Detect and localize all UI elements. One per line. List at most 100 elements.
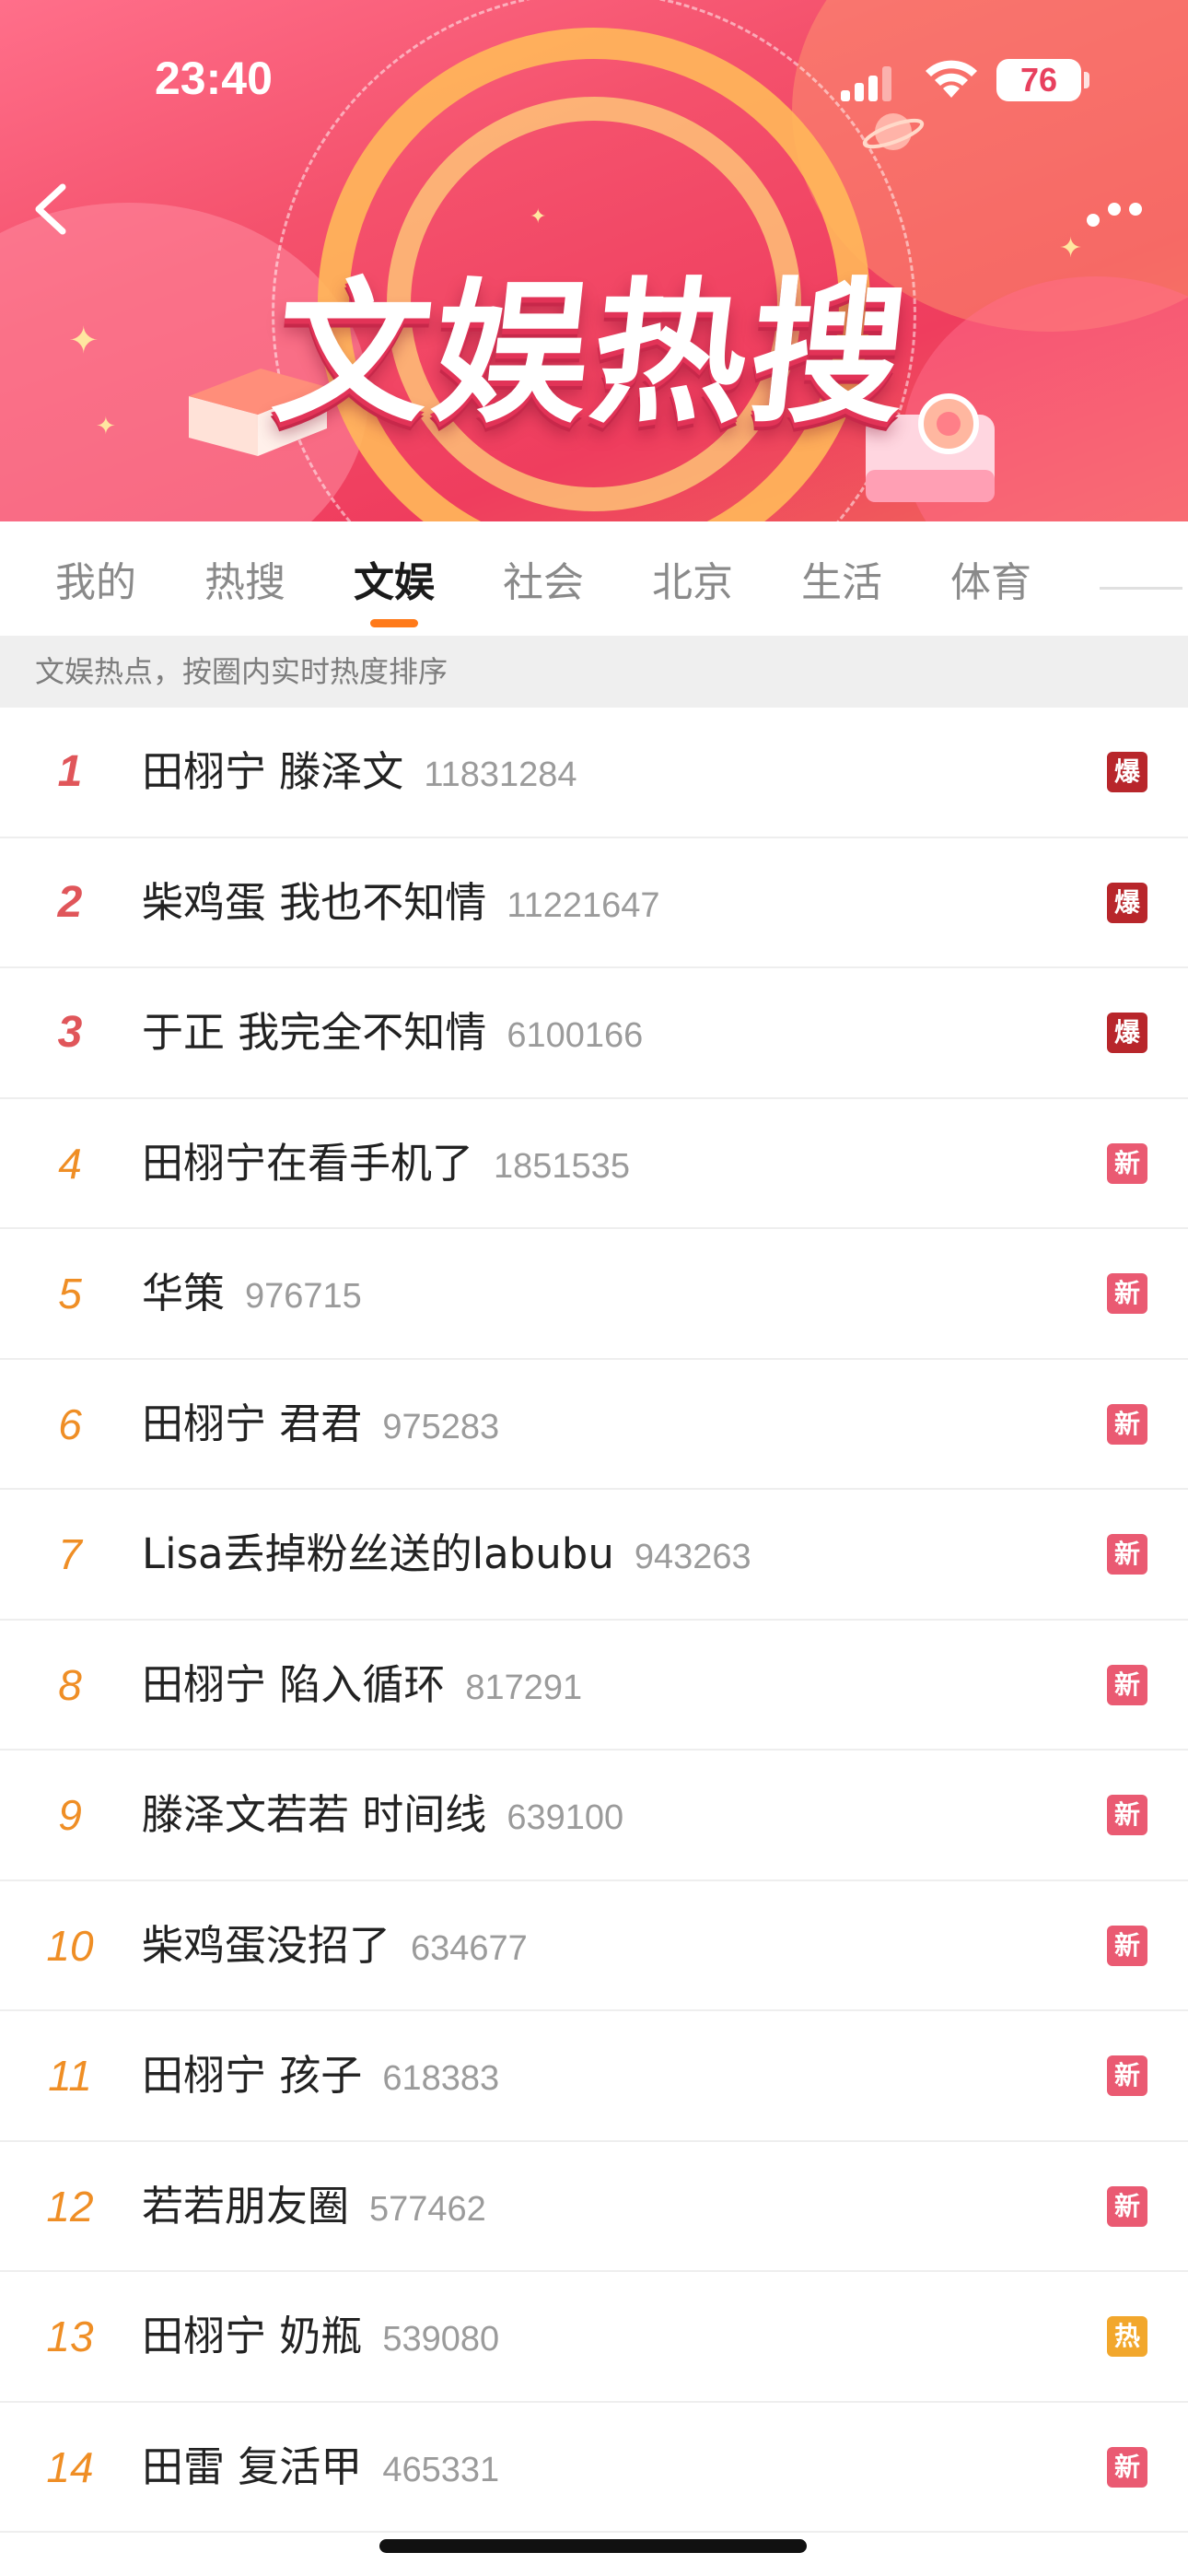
item-title[interactable]: 田栩宁在看手机了 bbox=[142, 1139, 473, 1188]
rank-number: 10 bbox=[46, 1921, 94, 1970]
heat-count: 639100 bbox=[507, 1798, 624, 1837]
banner-title: 文娱热搜 bbox=[266, 263, 919, 444]
list-item[interactable]: 14 田雷 复活甲 465331 新 bbox=[0, 2402, 1188, 2533]
more-dots-icon bbox=[1129, 203, 1142, 216]
list-item[interactable]: 3 于正 我完全不知情 6100166 爆 bbox=[0, 968, 1188, 1099]
status-badge: 新 bbox=[1107, 1403, 1147, 1445]
tabs-overflow-fade bbox=[1096, 571, 1188, 636]
signal-icon bbox=[841, 66, 892, 101]
hero-banner: ✦ ✦ ✦ ✦ 23:40 76 文娱热搜 bbox=[0, 0, 1188, 521]
status-time: 23:40 bbox=[155, 53, 273, 104]
tab-society[interactable]: 社会 bbox=[503, 549, 584, 608]
item-title[interactable]: 华策 bbox=[142, 1269, 225, 1317]
tab-beijing[interactable]: 北京 bbox=[652, 549, 733, 608]
status-badge: 新 bbox=[1107, 2055, 1147, 2096]
list-item[interactable]: 2 柴鸡蛋 我也不知情 11221647 爆 bbox=[0, 837, 1188, 968]
list-item[interactable]: 13 田栩宁 奶瓶 539080 热 bbox=[0, 2272, 1188, 2403]
category-tabs: 我的 热搜 文娱 社会 北京 生活 体育 bbox=[0, 521, 1188, 636]
rank-number: 14 bbox=[46, 2442, 94, 2491]
item-title[interactable]: 田栩宁 君君 bbox=[142, 1399, 362, 1448]
status-badge: 新 bbox=[1107, 2185, 1147, 2227]
item-text: 柴鸡蛋 我也不知情 11221647 bbox=[142, 838, 660, 967]
ranking-hint: 文娱热点，按圈内实时热度排序 bbox=[0, 636, 1188, 708]
status-badge: 爆 bbox=[1107, 882, 1147, 923]
rank-number: 3 bbox=[57, 1008, 83, 1057]
item-text: 于正 我完全不知情 6100166 bbox=[142, 968, 643, 1097]
rank-number: 4 bbox=[58, 1139, 82, 1188]
item-title[interactable]: 柴鸡蛋 我也不知情 bbox=[142, 878, 486, 927]
item-text: 田栩宁 陷入循环 817291 bbox=[142, 1621, 582, 1750]
active-tab-indicator bbox=[370, 619, 418, 627]
status-badge: 新 bbox=[1107, 1795, 1147, 1835]
list-item[interactable]: 8 田栩宁 陷入循环 817291 新 bbox=[0, 1620, 1188, 1751]
item-text: Lisa丢掉粉丝送的labubu 943263 bbox=[142, 1490, 751, 1619]
list-item[interactable]: 4 田栩宁在看手机了 1851535 新 bbox=[0, 1098, 1188, 1229]
rank-number: 1 bbox=[57, 747, 83, 796]
heat-count: 817291 bbox=[465, 1668, 583, 1707]
item-title[interactable]: 田栩宁 奶瓶 bbox=[142, 2312, 362, 2360]
item-text: 田栩宁在看手机了 1851535 bbox=[142, 1099, 630, 1228]
tab-life[interactable]: 生活 bbox=[801, 549, 882, 608]
list-item[interactable]: 10 柴鸡蛋没招了 634677 新 bbox=[0, 1880, 1188, 2011]
heat-count: 618383 bbox=[382, 2059, 500, 2098]
heat-count: 943263 bbox=[634, 1538, 751, 1576]
status-badge: 新 bbox=[1107, 1664, 1147, 1705]
more-dots-icon bbox=[1108, 203, 1121, 216]
rank-number: 6 bbox=[58, 1399, 82, 1448]
list-item[interactable]: 6 田栩宁 君君 975283 新 bbox=[0, 1359, 1188, 1490]
tab-hot-search[interactable]: 热搜 bbox=[204, 549, 285, 608]
rank-number: 8 bbox=[58, 1660, 82, 1709]
status-badge: 新 bbox=[1107, 2446, 1147, 2488]
list-item[interactable]: 9 滕泽文若若 时间线 639100 新 bbox=[0, 1751, 1188, 1881]
rank-number: 9 bbox=[58, 1791, 82, 1839]
list-item[interactable]: 1 田栩宁 滕泽文 11831284 爆 bbox=[0, 708, 1188, 838]
rank-number: 5 bbox=[58, 1270, 82, 1317]
list-item[interactable]: 5 华策 976715 新 bbox=[0, 1229, 1188, 1360]
status-badge: 热 bbox=[1107, 2316, 1147, 2357]
heat-count: 976715 bbox=[245, 1277, 362, 1316]
status-bar: 23:40 76 bbox=[0, 0, 1188, 157]
list-item[interactable]: 11 田栩宁 孩子 618383 新 bbox=[0, 2011, 1188, 2142]
status-badge: 爆 bbox=[1107, 752, 1147, 792]
battery-cap bbox=[1084, 72, 1089, 88]
tabs-overflow-line bbox=[1100, 587, 1182, 590]
rank-number: 7 bbox=[58, 1530, 82, 1578]
sparkle-icon: ✦ bbox=[530, 205, 547, 228]
status-badge: 新 bbox=[1107, 1925, 1147, 1966]
status-badge: 新 bbox=[1107, 1142, 1147, 1184]
heat-count: 11221647 bbox=[507, 885, 660, 925]
item-title[interactable]: 若若朋友圈 bbox=[142, 2182, 349, 2231]
tab-mine[interactable]: 我的 bbox=[55, 549, 136, 608]
more-button[interactable] bbox=[1077, 193, 1151, 230]
item-text: 若若朋友圈 577462 bbox=[142, 2142, 486, 2271]
heat-count: 11831284 bbox=[424, 755, 577, 794]
item-text: 田栩宁 君君 975283 bbox=[142, 1360, 499, 1489]
item-title[interactable]: 田栩宁 陷入循环 bbox=[142, 1660, 445, 1709]
tab-entertainment[interactable]: 文娱 bbox=[354, 549, 435, 608]
status-badge: 新 bbox=[1107, 1534, 1147, 1575]
item-title[interactable]: 于正 我完全不知情 bbox=[142, 1008, 486, 1057]
item-text: 田栩宁 滕泽文 11831284 bbox=[142, 708, 577, 837]
item-title[interactable]: 柴鸡蛋没招了 bbox=[142, 1921, 390, 1970]
wifi-icon bbox=[926, 60, 977, 98]
list-item[interactable]: 12 若若朋友圈 577462 新 bbox=[0, 2141, 1188, 2272]
heat-count: 577462 bbox=[369, 2189, 486, 2229]
heat-count: 6100166 bbox=[507, 1016, 644, 1055]
item-title[interactable]: 田栩宁 滕泽文 bbox=[142, 747, 403, 796]
heat-count: 1851535 bbox=[494, 1146, 630, 1186]
item-title[interactable]: Lisa丢掉粉丝送的labubu bbox=[142, 1529, 614, 1578]
home-indicator bbox=[379, 2539, 807, 2553]
rank-number: 2 bbox=[57, 877, 83, 927]
item-text: 滕泽文若若 时间线 639100 bbox=[142, 1751, 623, 1879]
rank-number: 11 bbox=[48, 2052, 92, 2100]
item-text: 华策 976715 bbox=[142, 1229, 362, 1358]
rank-number: 12 bbox=[46, 2182, 94, 2231]
item-title[interactable]: 滕泽文若若 时间线 bbox=[142, 1790, 486, 1839]
item-text: 田雷 复活甲 465331 bbox=[142, 2403, 499, 2532]
status-badge: 新 bbox=[1107, 1273, 1147, 1314]
tab-sports[interactable]: 体育 bbox=[950, 549, 1031, 608]
item-title[interactable]: 田雷 复活甲 bbox=[142, 2442, 362, 2491]
item-title[interactable]: 田栩宁 孩子 bbox=[142, 2051, 362, 2100]
list-item[interactable]: 7 Lisa丢掉粉丝送的labubu 943263 新 bbox=[0, 1490, 1188, 1621]
heat-count: 539080 bbox=[382, 2320, 500, 2359]
